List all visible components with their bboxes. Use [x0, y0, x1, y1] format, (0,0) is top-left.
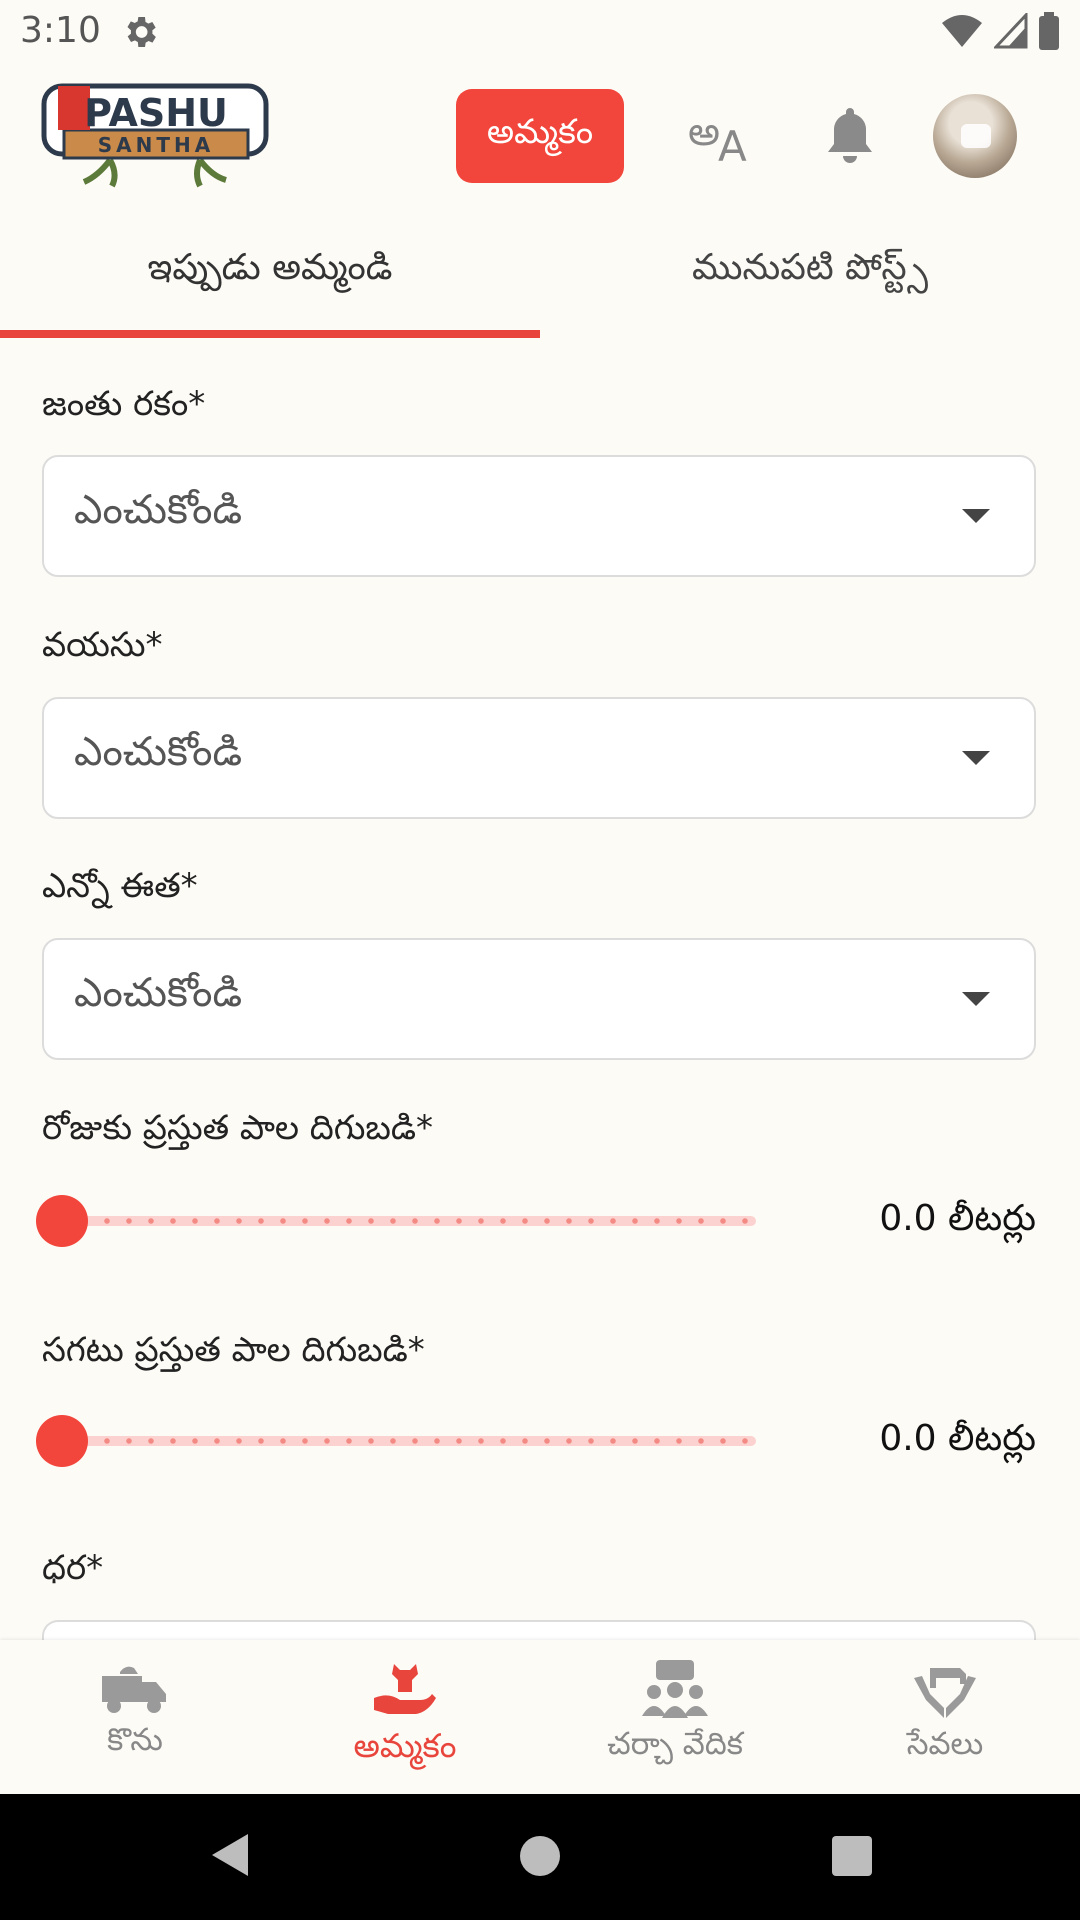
status-time: 3:10 [20, 10, 101, 51]
chevron-down-icon [962, 509, 990, 523]
system-navigation-bar [0, 1794, 1080, 1920]
signal-icon [994, 13, 1028, 49]
tab-previous-posts[interactable]: మునుపటి పోస్ట్స్ [540, 212, 1080, 332]
nav-services[interactable]: సేవలు [810, 1658, 1080, 1778]
age-placeholder: ఎంచుకోండి [74, 729, 243, 775]
wifi-icon [942, 15, 982, 47]
chevron-down-icon [962, 992, 990, 1006]
milk-per-day-slider[interactable] [36, 1190, 766, 1250]
epashu-santha-logo: PASHU SANTHA [40, 82, 272, 192]
language-icon[interactable]: అ A [688, 105, 758, 165]
svg-text:A: A [718, 122, 747, 165]
status-bar: 3:10 [0, 0, 1080, 62]
age-dropdown[interactable]: ఎంచుకోండి [42, 697, 1036, 819]
battery-icon [1039, 12, 1059, 50]
svg-text:అ: అ [688, 109, 720, 155]
nav-buy-label: కొను [107, 1722, 163, 1758]
nav-forum-label: చర్చా వేదిక [607, 1726, 743, 1762]
animal-type-label: జంతు రకం* [42, 384, 206, 424]
age-label: వయసు* [42, 625, 163, 665]
bottom-navigation: కొను అమ్మకం చర్చా వేదిక సేవలు [0, 1640, 1080, 1794]
price-label: ధర* [42, 1548, 104, 1588]
slider-ticks [96, 1217, 756, 1225]
animal-type-placeholder: ఎంచుకోండి [74, 487, 243, 533]
slider-thumb[interactable] [36, 1415, 88, 1467]
calving-label: ఎన్నో ఈత* [42, 866, 198, 906]
avatar[interactable] [933, 94, 1017, 178]
service-hands-icon [914, 1668, 976, 1718]
nav-sell-label: అమ్మకం [353, 1726, 457, 1765]
cow-hand-icon [374, 1664, 436, 1714]
slider-ticks [96, 1437, 756, 1445]
avg-milk-value: 0.0 లీటర్లు [879, 1418, 1036, 1459]
calving-dropdown[interactable]: ఎంచుకోండి [42, 938, 1036, 1060]
recent-apps-icon[interactable] [832, 1836, 872, 1876]
truck-icon [102, 1666, 166, 1713]
milk-per-day-value: 0.0 లీటర్లు [879, 1198, 1036, 1239]
tab-sell-now[interactable]: ఇప్పుడు అమ్మండి [0, 212, 540, 332]
avg-milk-label: సగటు ప్రస్తుత పాల దిగుబడి* [42, 1330, 425, 1370]
settings-icon [127, 17, 156, 47]
milk-per-day-label: రోజుకు ప్రస్తుత పాల దిగుబడి* [42, 1108, 434, 1148]
avg-milk-slider[interactable] [36, 1410, 766, 1470]
nav-services-label: సేవలు [906, 1726, 984, 1762]
nav-buy[interactable]: కొను [0, 1658, 270, 1778]
back-icon[interactable] [210, 1832, 250, 1878]
sell-button[interactable]: అమ్మకం [456, 89, 624, 183]
bell-icon[interactable] [820, 104, 880, 168]
logo-text-top: PASHU [84, 91, 228, 135]
chevron-down-icon [962, 751, 990, 765]
system-status-icons [940, 12, 1060, 50]
active-tab-indicator [0, 330, 540, 338]
calving-placeholder: ఎంచుకోండి [74, 970, 243, 1016]
logo-text-bottom: SANTHA [98, 133, 214, 157]
animal-type-dropdown[interactable]: ఎంచుకోండి [42, 455, 1036, 577]
slider-thumb[interactable] [36, 1195, 88, 1247]
community-icon [642, 1660, 708, 1718]
home-icon[interactable] [520, 1836, 560, 1876]
nav-sell[interactable]: అమ్మకం [270, 1658, 540, 1778]
tab-bar: ఇప్పుడు అమ్మండి మునుపటి పోస్ట్స్ [0, 212, 1080, 342]
nav-forum[interactable]: చర్చా వేదిక [540, 1658, 810, 1778]
